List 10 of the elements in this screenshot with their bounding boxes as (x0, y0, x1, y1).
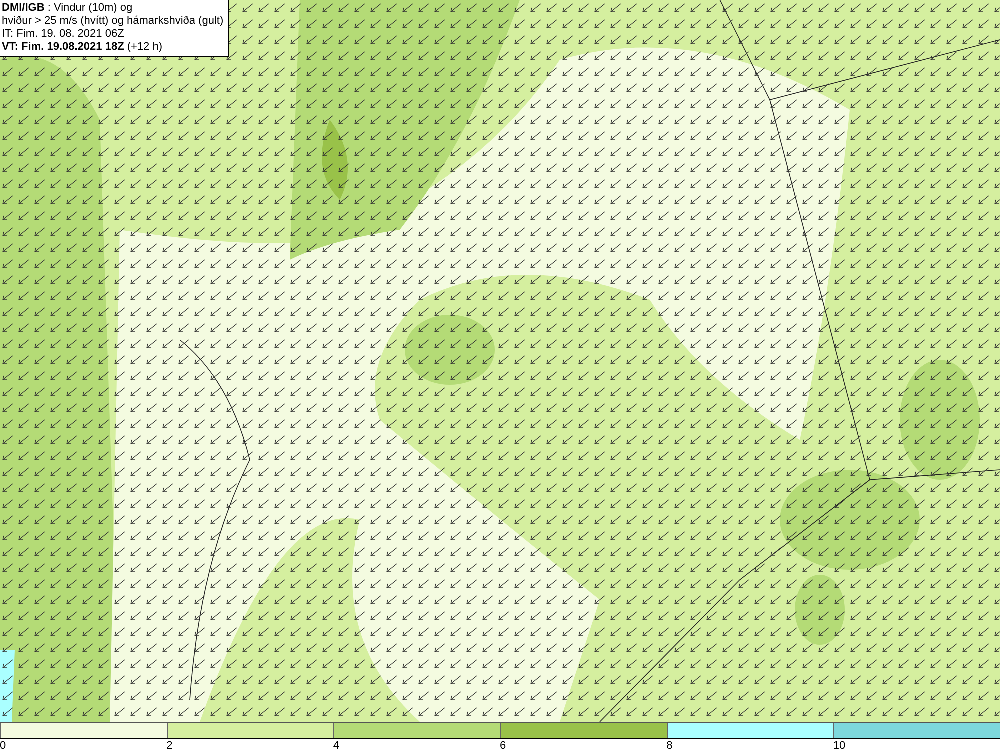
title-line: hviður > 25 m/s (hvítt) og hámarkshviða (gult) (2, 15, 224, 28)
scale-label: 6 (500, 739, 506, 753)
title-line: VT: Fim. 19.08.2021 18Z (+12 h) (2, 41, 164, 54)
title-line: DMI/IGB : Vindur (10m) og (2, 2, 134, 15)
scale-label: 10 (833, 739, 846, 753)
scale-label: 2 (166, 739, 173, 753)
title-line: IT: Fim. 19. 08. 2021 06Z (2, 28, 126, 41)
scale-label: 0 (0, 739, 6, 753)
scale-label: 4 (333, 739, 340, 753)
scale-label: 8 (666, 739, 673, 753)
